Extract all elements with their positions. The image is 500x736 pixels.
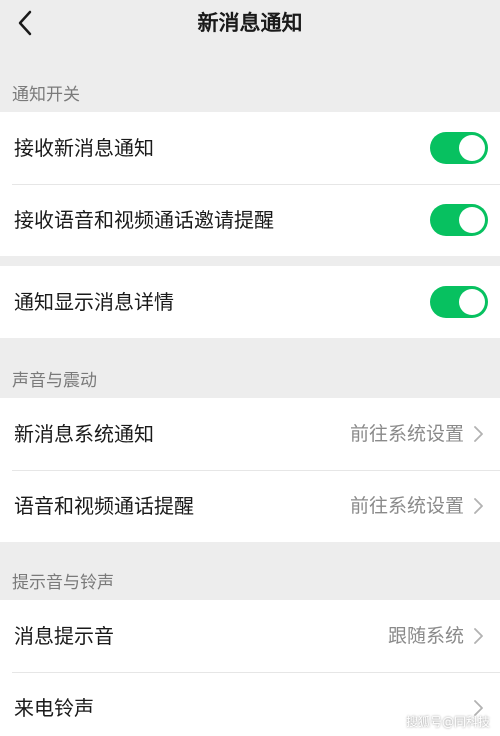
call-reminder-label: 语音和视频通话提醒 (14, 494, 194, 518)
receive-call-invite-label: 接收语音和视频通话邀请提醒 (14, 208, 274, 232)
watermark: 搜狐号@同科技 (405, 715, 490, 729)
notification-switch-group: 接收新消息通知 接收语音和视频通话邀请提醒 (0, 112, 500, 256)
call-reminder-row[interactable]: 语音和视频通话提醒 前往系统设置 (0, 470, 500, 542)
toggle-knob (459, 135, 485, 161)
show-detail-row: 通知显示消息详情 (0, 266, 500, 338)
chevron-right-icon (474, 498, 483, 514)
message-tone-label: 消息提示音 (14, 624, 114, 648)
chevron-right-icon (474, 426, 483, 442)
receive-call-invite-row: 接收语音和视频通话邀请提醒 (0, 184, 500, 256)
message-tone-row[interactable]: 消息提示音 跟随系统 (0, 600, 500, 672)
chevron-right-icon (474, 628, 483, 644)
new-message-system-notification-row[interactable]: 新消息系统通知 前往系统设置 (0, 398, 500, 470)
navigation-bar: 新消息通知 (0, 0, 500, 52)
sound-vibration-group: 新消息系统通知 前往系统设置 语音和视频通话提醒 前往系统设置 (0, 398, 500, 542)
receive-new-message-label: 接收新消息通知 (14, 136, 154, 160)
receive-call-invite-toggle[interactable] (430, 204, 488, 236)
new-message-system-notification-label: 新消息系统通知 (14, 422, 154, 446)
page-title: 新消息通知 (197, 11, 303, 35)
show-detail-label: 通知显示消息详情 (14, 290, 174, 314)
notification-detail-group: 通知显示消息详情 (0, 266, 500, 338)
section-title-tone-ringtone: 提示音与铃声 (12, 573, 114, 593)
message-tone-value: 跟随系统 (387, 625, 464, 647)
call-reminder-value: 前往系统设置 (349, 495, 464, 517)
section-title-notification-switch: 通知开关 (12, 85, 80, 105)
show-detail-toggle[interactable] (430, 286, 488, 318)
section-title-sound-vibration: 声音与震动 (12, 371, 97, 391)
call-ringtone-label: 来电铃声 (14, 696, 94, 720)
receive-new-message-row: 接收新消息通知 (0, 112, 500, 184)
toggle-knob (459, 207, 485, 233)
new-message-system-notification-value: 前往系统设置 (349, 423, 464, 445)
toggle-knob (459, 289, 485, 315)
receive-new-message-toggle[interactable] (430, 132, 488, 164)
